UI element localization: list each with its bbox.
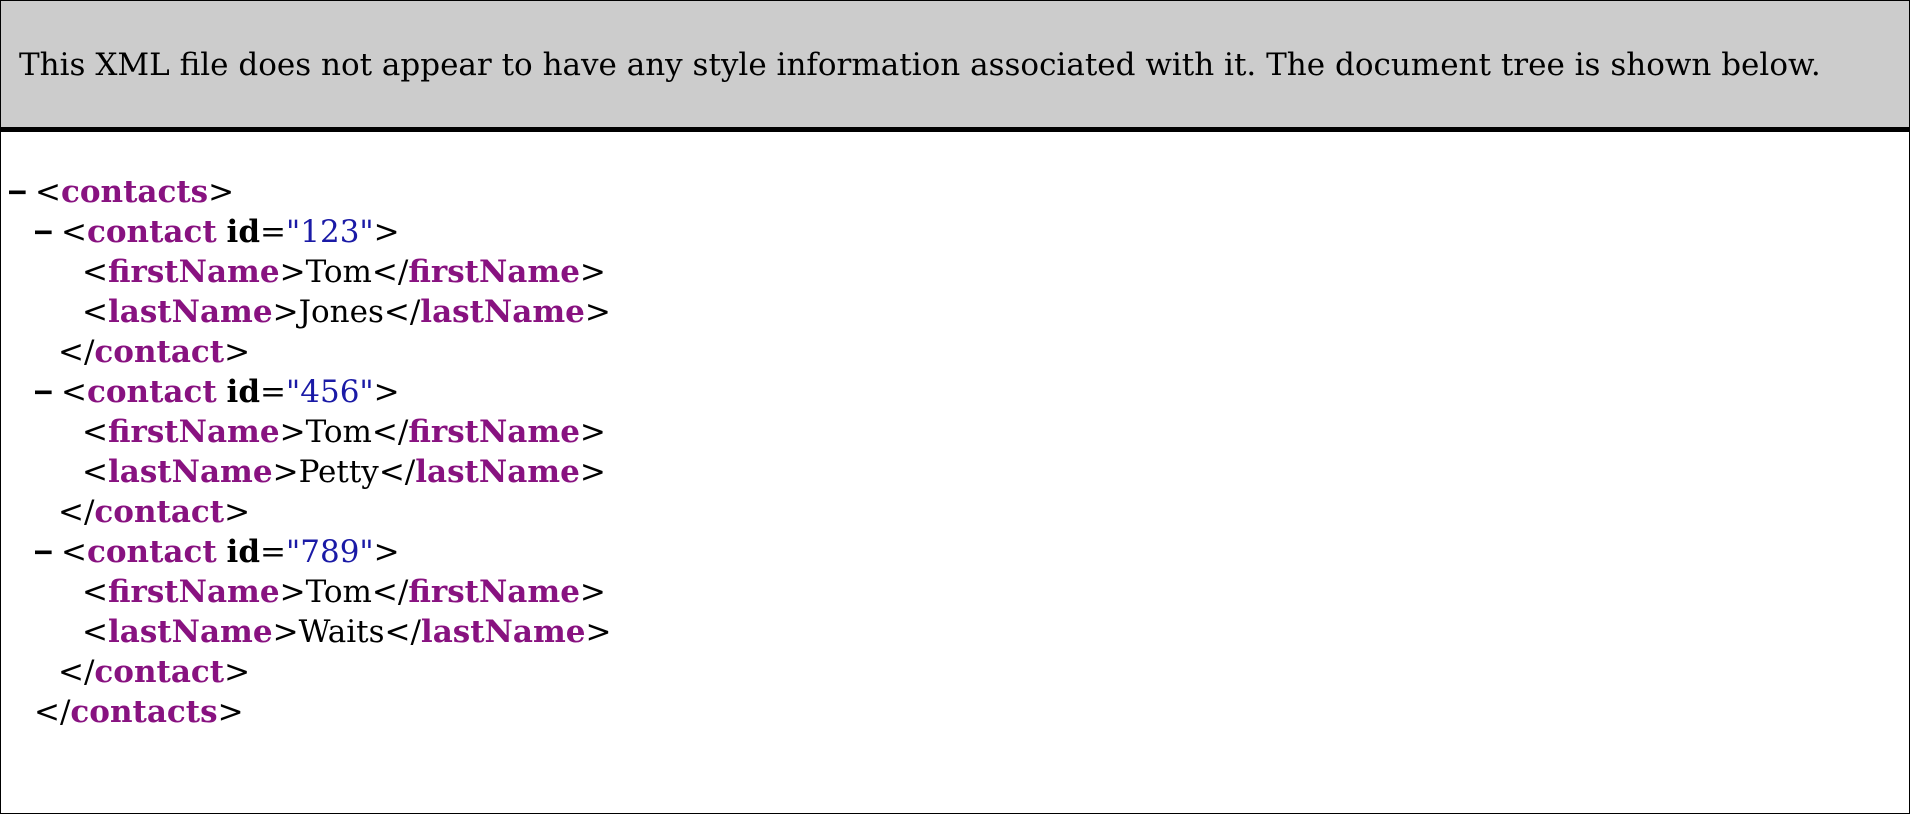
tree-line-lastname: <lastName>Waits</lastName> [0, 612, 612, 652]
closing-bracket-open: </ [34, 694, 71, 730]
tag-name-contact: contact [86, 534, 217, 570]
tree-line-contact-close: </contact> [0, 652, 612, 692]
tree-line-contact-close: </contact> [0, 332, 612, 372]
closing-bracket-open: </ [58, 654, 95, 690]
tag-name-contact: contact [94, 334, 225, 370]
equals-sign: = [260, 214, 286, 250]
tag-name-contact: contact [94, 654, 225, 690]
bracket-close: > [579, 254, 606, 290]
tag-name-lastname: lastName [415, 454, 580, 490]
style-info-message: This XML file does not appear to have an… [19, 47, 1821, 83]
bracket-open: < [82, 294, 108, 330]
bracket-open: < [61, 534, 87, 570]
bracket-close: > [208, 174, 235, 210]
tag-name-lastname: lastName [107, 294, 273, 330]
bracket-close: > [373, 534, 400, 570]
tree-line-firstname: <firstName>Tom</firstName> [0, 572, 612, 612]
equals-sign: = [260, 534, 286, 570]
closing-bracket-open: </ [371, 574, 409, 610]
tree-line-contact-close: </contact> [0, 492, 612, 532]
attr-name-id: id [226, 214, 260, 250]
attr-value-id: "123" [285, 214, 374, 250]
tree-line-root-close: </contacts> [0, 692, 612, 732]
firstname-value: Tom [305, 574, 372, 610]
tree-line-root-open: − <contacts> [0, 172, 612, 212]
tree-line-contact-open: − <contact id="456"> [0, 372, 612, 412]
closing-bracket-open: </ [384, 614, 421, 650]
bracket-open: < [35, 174, 61, 210]
tag-name-contacts: contacts [70, 694, 218, 730]
tag-name-firstname: firstName [107, 414, 280, 450]
tag-name-contacts: contacts [60, 174, 209, 210]
collapse-toggle-contact-3[interactable]: − [34, 532, 61, 572]
bracket-close: > [224, 494, 251, 530]
tag-name-firstname: firstName [408, 414, 580, 450]
xml-document-tree: − <contacts> − <contact id="123"> <firstNa… [0, 172, 612, 732]
lastname-value: Waits [298, 614, 385, 650]
bracket-open: < [61, 374, 87, 410]
collapse-toggle-contact-1[interactable]: − [34, 212, 61, 252]
bracket-close: > [272, 614, 299, 650]
bracket-close: > [584, 294, 611, 330]
bracket-open: < [82, 614, 108, 650]
tree-line-lastname: <lastName>Petty</lastName> [0, 452, 612, 492]
tree-line-firstname: <firstName>Tom</firstName> [0, 252, 612, 292]
tag-name-firstname: firstName [408, 574, 580, 610]
bracket-open: < [82, 414, 108, 450]
bracket-close: > [579, 414, 606, 450]
bracket-close: > [579, 574, 606, 610]
bracket-close: > [279, 414, 306, 450]
closing-bracket-open: </ [371, 254, 409, 290]
bracket-close: > [373, 374, 400, 410]
equals-sign: = [260, 374, 286, 410]
attr-value-id: "456" [285, 374, 374, 410]
bracket-close: > [217, 694, 244, 730]
collapse-toggle-contacts[interactable]: − [8, 172, 35, 212]
tag-name-contact: contact [94, 494, 225, 530]
closing-bracket-open: </ [378, 454, 416, 490]
bracket-open: < [82, 254, 108, 290]
attr-name-id: id [226, 374, 260, 410]
tree-line-contact-open: − <contact id="123"> [0, 212, 612, 252]
tag-name-contact: contact [86, 214, 217, 250]
bracket-close: > [224, 654, 251, 690]
bracket-close: > [579, 454, 606, 490]
bracket-close: > [373, 214, 400, 250]
bracket-open: < [82, 454, 108, 490]
bracket-close: > [272, 294, 299, 330]
firstname-value: Tom [305, 254, 372, 290]
tag-name-contact: contact [86, 374, 217, 410]
tag-name-firstname: firstName [107, 574, 280, 610]
tag-name-lastname: lastName [107, 454, 273, 490]
bracket-close: > [224, 334, 251, 370]
tree-line-lastname: <lastName>Jones</lastName> [0, 292, 612, 332]
attr-name-id: id [226, 534, 260, 570]
lastname-value: Petty [298, 454, 379, 490]
closing-bracket-open: </ [383, 294, 421, 330]
lastname-value: Jones [298, 294, 384, 330]
tree-line-contact-open: − <contact id="789"> [0, 532, 612, 572]
tree-line-firstname: <firstName>Tom</firstName> [0, 412, 612, 452]
style-info-header: This XML file does not appear to have an… [1, 1, 1909, 132]
tag-name-firstname: firstName [408, 254, 580, 290]
bracket-close: > [585, 614, 612, 650]
bracket-open: < [82, 574, 108, 610]
closing-bracket-open: </ [58, 494, 95, 530]
tag-name-lastname: lastName [420, 294, 585, 330]
bracket-close: > [279, 574, 306, 610]
tag-name-firstname: firstName [107, 254, 280, 290]
closing-bracket-open: </ [371, 414, 409, 450]
closing-bracket-open: </ [58, 334, 95, 370]
tag-name-lastname: lastName [107, 614, 273, 650]
attr-value-id: "789" [285, 534, 374, 570]
collapse-toggle-contact-2[interactable]: − [34, 372, 61, 412]
bracket-close: > [272, 454, 299, 490]
firstname-value: Tom [305, 414, 372, 450]
tag-name-lastname: lastName [420, 614, 586, 650]
bracket-open: < [61, 214, 87, 250]
bracket-close: > [279, 254, 306, 290]
